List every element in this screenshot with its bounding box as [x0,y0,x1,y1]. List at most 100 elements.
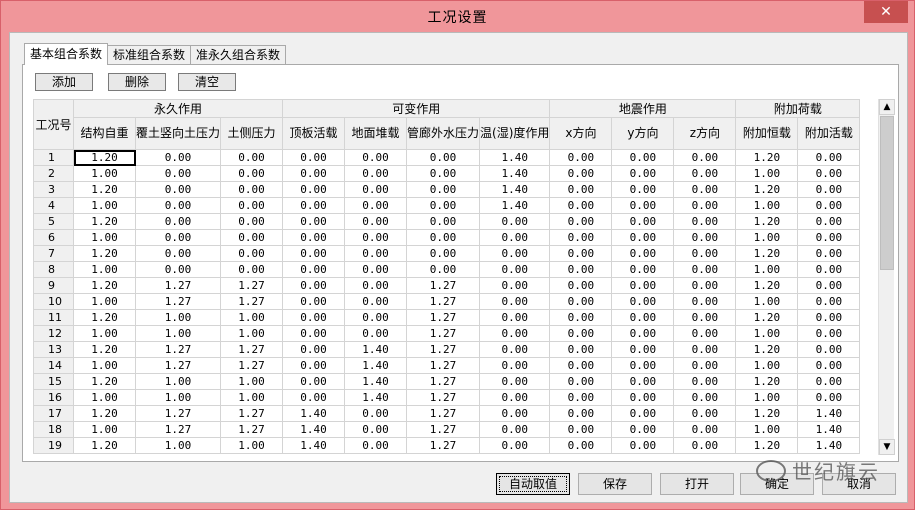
grid-cell[interactable]: 0.00 [134,197,222,214]
grid-cell[interactable]: 0.00 [611,325,675,342]
grid-cell[interactable]: 0.00 [479,373,551,390]
tab-basic-combination[interactable]: 基本组合系数 [24,43,109,65]
grid-cell[interactable]: 1.00 [73,389,136,406]
grid-cell[interactable]: 0.00 [549,181,613,198]
row-number[interactable]: 8 [33,261,74,278]
scroll-up-arrow-icon[interactable]: ▲ [879,99,895,115]
grid-cell[interactable]: 0.00 [549,229,613,246]
grid-cell[interactable]: 1.27 [406,421,481,438]
grid-cell[interactable]: 0.00 [406,165,481,182]
grid-cell[interactable]: 1.20 [735,437,799,454]
grid-cell[interactable]: 0.00 [282,261,346,278]
grid-cell[interactable]: 0.00 [220,261,284,278]
grid-cell[interactable]: 1.27 [406,373,481,390]
row-number[interactable]: 4 [33,197,74,214]
row-number[interactable]: 11 [33,309,74,326]
grid-cell[interactable]: 0.00 [479,277,551,294]
row-number[interactable]: 19 [33,437,74,454]
grid-cell[interactable]: 0.00 [134,261,222,278]
grid-cell[interactable]: 0.00 [479,421,551,438]
grid-cell[interactable]: 0.00 [344,421,408,438]
grid-cell[interactable]: 1.27 [406,277,481,294]
grid-cell[interactable]: 1.00 [735,293,799,310]
grid-cell[interactable]: 0.00 [797,309,861,326]
grid-cell[interactable]: 0.00 [344,213,408,230]
grid-cell[interactable]: 0.00 [549,197,613,214]
grid-cell[interactable]: 0.00 [479,229,551,246]
grid-cell[interactable]: 1.20 [735,245,799,262]
grid-cell[interactable]: 1.40 [479,149,551,166]
grid-cell[interactable]: 1.00 [73,229,136,246]
grid-cell[interactable]: 0.00 [282,213,346,230]
grid-cell[interactable]: 0.00 [673,197,737,214]
grid-cell[interactable]: 1.00 [735,389,799,406]
grid-cell[interactable]: 0.00 [549,373,613,390]
grid-cell[interactable]: 1.20 [73,437,136,454]
grid-cell[interactable]: 1.00 [73,293,136,310]
grid-cell[interactable]: 1.40 [282,405,346,422]
grid-cell[interactable]: 0.00 [282,325,346,342]
grid-cell[interactable]: 0.00 [344,437,408,454]
grid-cell[interactable]: 0.00 [282,389,346,406]
grid-cell[interactable]: 0.00 [673,293,737,310]
grid-cell[interactable]: 0.00 [134,181,222,198]
row-number[interactable]: 10 [33,293,74,310]
grid-cell[interactable]: 0.00 [611,341,675,358]
grid-cell[interactable]: 1.20 [73,373,136,390]
grid-cell[interactable]: 0.00 [797,325,861,342]
grid-cell[interactable]: 0.00 [406,213,481,230]
grid-cell[interactable]: 0.00 [479,213,551,230]
grid-cell[interactable]: 0.00 [344,325,408,342]
row-number[interactable]: 2 [33,165,74,182]
grid-cell[interactable]: 0.00 [282,293,346,310]
grid-cell[interactable]: 1.27 [220,341,284,358]
grid-cell[interactable]: 0.00 [479,357,551,374]
grid-cell[interactable]: 1.00 [134,437,222,454]
grid-cell[interactable]: 1.40 [797,437,861,454]
grid-cell[interactable]: 1.00 [220,373,284,390]
row-number[interactable]: 13 [33,341,74,358]
grid-cell[interactable]: 1.00 [73,165,136,182]
grid-cell[interactable]: 0.00 [406,245,481,262]
grid-cell[interactable]: 1.00 [220,325,284,342]
open-button[interactable]: 打开 [660,473,734,495]
grid-cell[interactable]: 1.20 [735,213,799,230]
grid-cell[interactable]: 0.00 [344,229,408,246]
grid-cell[interactable]: 0.00 [611,293,675,310]
grid-cell[interactable]: 1.27 [406,357,481,374]
grid-cell[interactable]: 1.27 [134,421,222,438]
grid-cell[interactable]: 0.00 [673,213,737,230]
grid-cell[interactable]: 0.00 [549,277,613,294]
grid-cell[interactable]: 0.00 [611,421,675,438]
grid-cell[interactable]: 1.27 [406,293,481,310]
grid-cell[interactable]: 1.00 [735,229,799,246]
grid-cell[interactable]: 0.00 [549,165,613,182]
grid-cell[interactable]: 1.40 [344,341,408,358]
clear-button[interactable]: 清空 [178,73,236,91]
grid-cell[interactable]: 0.00 [406,261,481,278]
grid-cell[interactable]: 0.00 [344,261,408,278]
grid-cell[interactable]: 0.00 [673,437,737,454]
row-number[interactable]: 12 [33,325,74,342]
grid-cell[interactable]: 0.00 [673,341,737,358]
grid-cell[interactable]: 0.00 [479,309,551,326]
row-number[interactable]: 6 [33,229,74,246]
row-number[interactable]: 14 [33,357,74,374]
grid-cell[interactable]: 0.00 [549,325,613,342]
grid-cell[interactable]: 0.00 [282,181,346,198]
grid-cell[interactable]: 0.00 [797,293,861,310]
grid-cell[interactable]: 0.00 [344,309,408,326]
grid-cell[interactable]: 0.00 [673,229,737,246]
grid-cell[interactable]: 1.00 [73,261,136,278]
grid-cell[interactable]: 0.00 [797,357,861,374]
grid-cell[interactable]: 1.20 [73,277,136,294]
grid-cell[interactable]: 1.40 [479,197,551,214]
grid-cell[interactable]: 0.00 [344,293,408,310]
grid-cell[interactable]: 0.00 [220,165,284,182]
grid-cell[interactable]: 0.00 [282,309,346,326]
grid-cell[interactable]: 0.00 [673,245,737,262]
row-number[interactable]: 7 [33,245,74,262]
grid-cell[interactable]: 0.00 [549,341,613,358]
grid-cell[interactable]: 0.00 [220,213,284,230]
grid-cell[interactable]: 0.00 [673,165,737,182]
